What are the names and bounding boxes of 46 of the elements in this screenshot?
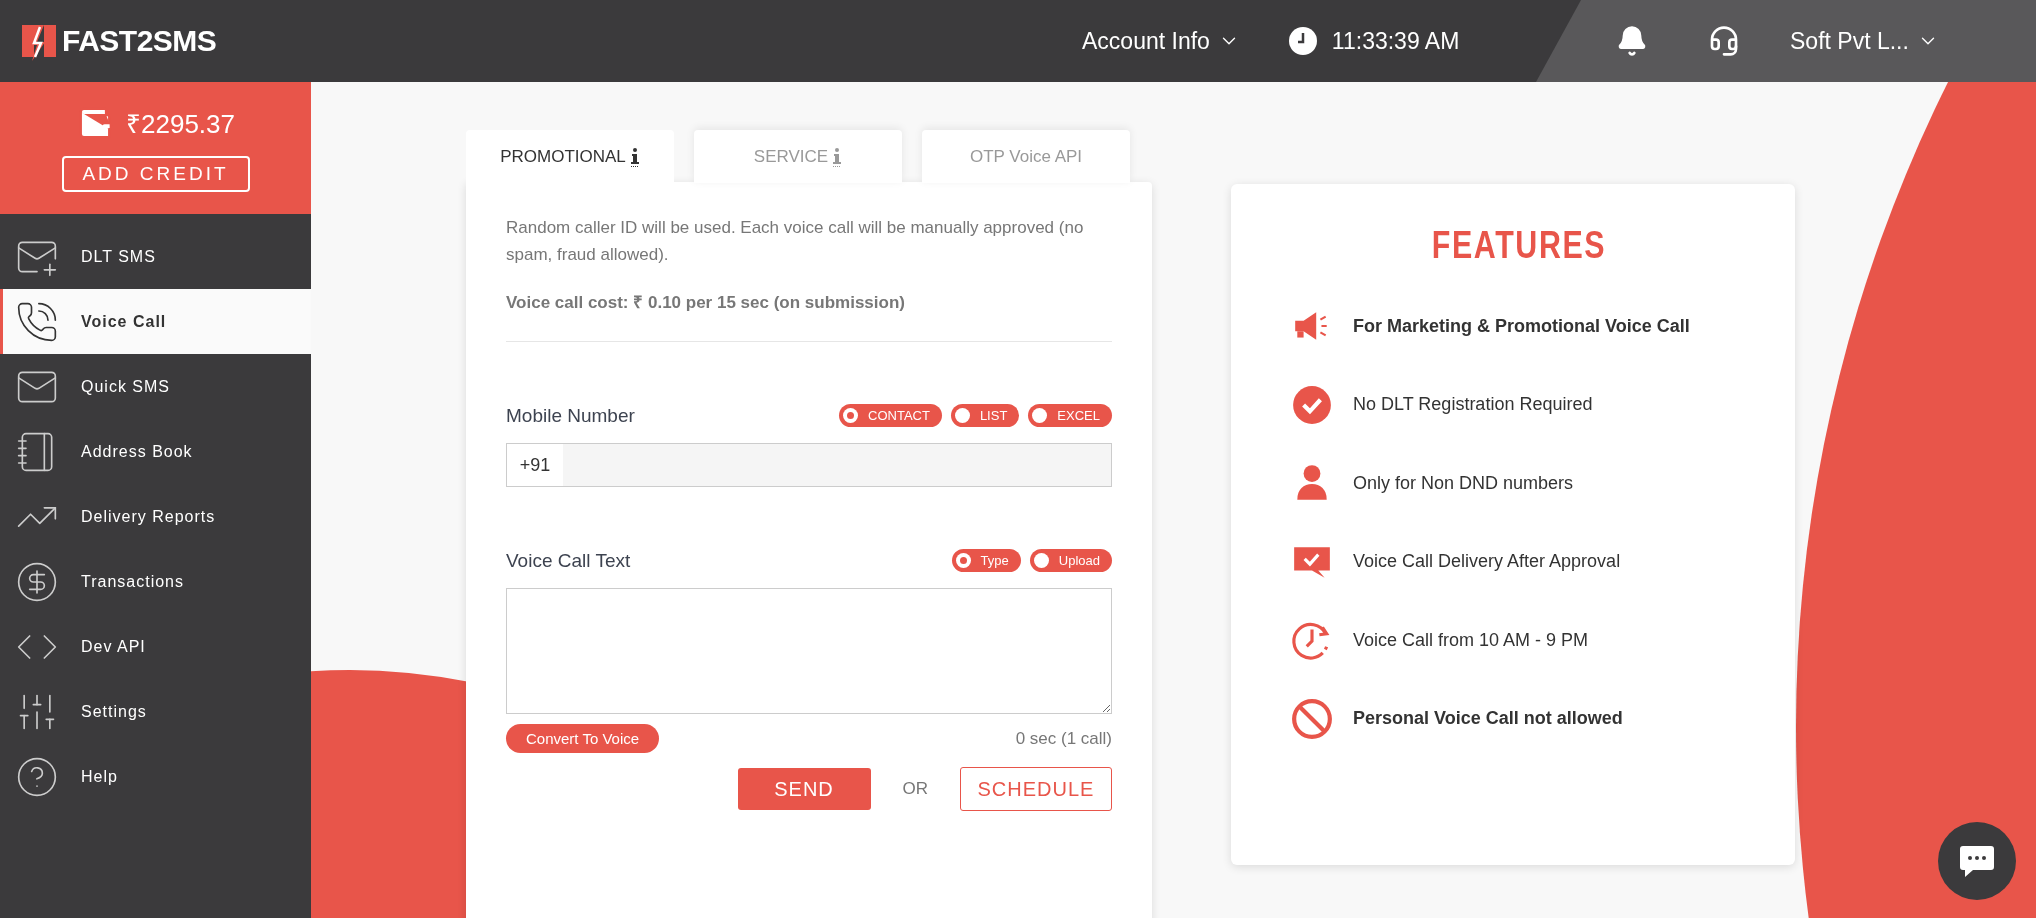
sidebar-item[interactable]: Address Book [0, 419, 311, 484]
feature-text: Voice Call Delivery After Approval [1353, 551, 1621, 573]
radio-option[interactable]: CONTACT [839, 404, 942, 427]
convert-to-voice-button[interactable]: Convert To Voice [506, 724, 660, 753]
sidebar-item[interactable]: Settings [0, 679, 311, 744]
schedule-button[interactable]: SCHEDULE [960, 767, 1112, 811]
mobile-number-field[interactable]: +91 [506, 443, 1112, 487]
wallet-balance: ₹2295.37 [126, 108, 235, 141]
sidebar-item[interactable]: Help [0, 744, 311, 809]
feature-text: Voice Call from 10 AM - 9 PM [1353, 629, 1589, 651]
cost-text: Voice call cost: ₹ 0.10 per 15 sec (on submission) [506, 292, 906, 313]
clock-icon [1287, 26, 1318, 56]
or-text: OR [902, 779, 928, 799]
features-title: FEATURES [1430, 224, 1608, 267]
logo-text[interactable]: FAST2SMS [62, 24, 217, 58]
feature-text: Only for Non DND numbers [1353, 472, 1574, 494]
sidebar-item[interactable]: Dev API [0, 614, 311, 679]
field-label: Mobile Number [506, 404, 635, 427]
chat-icon [1959, 844, 1995, 878]
field-label: Voice Call Text [506, 549, 631, 572]
sidebar-item[interactable]: Delivery Reports [0, 484, 311, 549]
bell-icon[interactable] [1616, 25, 1648, 57]
account-menu[interactable]: Account Info [1082, 27, 1240, 55]
sidebar-item[interactable]: Quick SMS [0, 354, 311, 419]
user-menu[interactable]: Soft Pvt L... [1790, 27, 1939, 55]
radio-option[interactable]: LIST [950, 404, 1020, 427]
ban-icon [1291, 697, 1333, 740]
feature-text: No DLT Registration Required [1353, 394, 1593, 416]
sidebar-item[interactable]: DLT SMS [0, 224, 311, 289]
voice-text-field[interactable] [506, 588, 1112, 714]
current-time: 11:33:39 AM [1331, 27, 1460, 55]
radio-option[interactable]: Type [951, 549, 1021, 572]
feature-text: Personal Voice Call not allowed [1353, 708, 1623, 730]
sidebar-item[interactable]: Transactions [0, 549, 311, 614]
feature-text: For Marketing & Promotional Voice Call [1353, 315, 1690, 337]
radio-option[interactable]: EXCEL [1028, 404, 1112, 427]
description-text: Random caller ID will be used. Each voice call will be manually approved (no spam, fraud allowed). [506, 217, 1085, 266]
duration-text: 0 sec (1 call) [1015, 728, 1112, 749]
check-circle-icon [1291, 383, 1333, 426]
sidebar-item[interactable]: Voice Call [0, 289, 311, 354]
headset-icon[interactable] [1708, 25, 1740, 57]
add-credit-button[interactable]: ADD CREDIT [61, 156, 250, 192]
radio-option[interactable]: Upload [1029, 549, 1112, 572]
tab[interactable]: PROMOTIONAL [466, 130, 674, 183]
country-code: +91 [507, 444, 563, 486]
send-button[interactable]: SEND [737, 768, 871, 810]
